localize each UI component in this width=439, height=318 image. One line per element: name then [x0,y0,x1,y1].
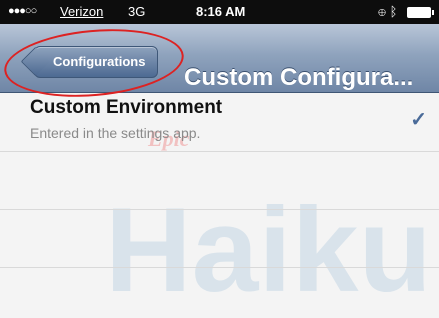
check-icon: ✓ [410,109,427,131]
app-screen: ●●●○○ Verizon 3G 8:16 AM ⊕ ᛒ Custom Conf… [0,0,439,318]
list-item-empty [0,267,439,318]
location-icon: ⊕ [378,4,386,19]
list-item-empty [0,209,439,268]
status-time: 8:16 AM [196,4,246,19]
list-item-empty [0,151,439,210]
row-subtitle: Entered in the settings app. [30,125,201,141]
status-right: ⊕ ᛒ [378,4,434,19]
signal-strength: ●●●○○ [8,5,37,17]
bluetooth-icon: ᛒ [389,4,398,19]
status-bar: ●●●○○ Verizon 3G 8:16 AM ⊕ ᛒ [0,0,439,24]
carrier-name: Verizon [60,4,104,19]
list-item-custom-environment[interactable]: Custom Environment Entered in the settin… [0,93,439,152]
page-title: Custom Configura... [184,64,414,91]
row-title: Custom Environment [30,97,223,118]
battery-icon [407,7,434,19]
network-type: 3G [128,4,146,19]
